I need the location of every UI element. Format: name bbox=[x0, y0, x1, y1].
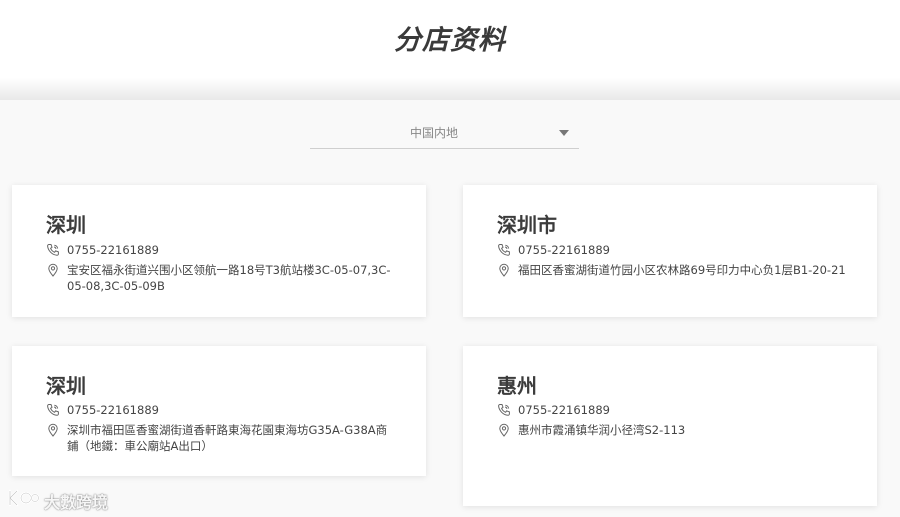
store-phone[interactable]: 0755-22161889 bbox=[518, 402, 849, 418]
page-title: 分店资料 bbox=[394, 25, 506, 56]
store-address: 福田区香蜜湖街道竹园小区农林路69号印力中心负1层B1-20-21 bbox=[518, 263, 846, 277]
region-dropdown[interactable]: 中国内地 bbox=[310, 118, 579, 149]
location-pin-icon bbox=[499, 423, 509, 437]
store-city: 惠州 bbox=[497, 374, 537, 398]
store-phone-row: 0755-22161889 bbox=[46, 402, 398, 418]
store-address-row: 深圳市福田區香蜜湖街道香軒路東海花園東海坊G35A-G38A商鋪（地鐵：車公廟站… bbox=[46, 422, 398, 454]
store-phone[interactable]: 0755-22161889 bbox=[67, 402, 398, 418]
phone-icon bbox=[47, 244, 59, 256]
location-pin-icon bbox=[499, 263, 509, 277]
store-card: 深圳 0755-22161889 宝安区福永街道兴围小区领航一路18号T3航站楼… bbox=[12, 185, 426, 317]
region-dropdown-value: 中国内地 bbox=[409, 126, 458, 140]
store-address: 深圳市福田區香蜜湖街道香軒路東海花園東海坊G35A-G38A商鋪（地鐵：車公廟站… bbox=[67, 423, 388, 453]
store-city: 深圳市 bbox=[497, 213, 557, 237]
store-address-row: 宝安区福永街道兴围小区领航一路18号T3航站楼3C-05-07,3C-05-08… bbox=[46, 262, 398, 294]
store-phone-row: 0755-22161889 bbox=[497, 242, 849, 258]
page-header: 分店资料 bbox=[0, 0, 900, 100]
store-phone[interactable]: 0755-22161889 bbox=[67, 242, 398, 258]
watermark-logo-icon bbox=[8, 489, 40, 507]
store-address: 宝安区福永街道兴围小区领航一路18号T3航站楼3C-05-07,3C-05-08… bbox=[67, 263, 391, 293]
store-address: 惠州市霞涌镇华润小径湾S2-113 bbox=[518, 423, 686, 437]
phone-icon bbox=[47, 404, 59, 416]
watermark: 大數跨境 bbox=[6, 487, 136, 512]
location-pin-icon bbox=[48, 423, 58, 437]
store-phone[interactable]: 0755-22161889 bbox=[518, 242, 849, 258]
store-city: 深圳 bbox=[46, 213, 86, 237]
store-list-section: 中国内地 深圳 0755-22161889 宝安区福永街道兴围小区领航一路18号… bbox=[0, 100, 900, 517]
store-city: 深圳 bbox=[46, 374, 86, 398]
phone-icon bbox=[498, 404, 510, 416]
store-card: 深圳 0755-22161889 深圳市福田區香蜜湖街道香軒路東海花園東海坊G3… bbox=[12, 346, 426, 476]
caret-down-icon bbox=[559, 130, 569, 136]
store-address-row: 福田区香蜜湖街道竹园小区农林路69号印力中心负1层B1-20-21 bbox=[497, 262, 849, 278]
watermark-text: 大數跨境 bbox=[44, 493, 109, 512]
phone-icon bbox=[498, 244, 510, 256]
store-card: 惠州 0755-22161889 惠州市霞涌镇华润小径湾S2-113 bbox=[463, 346, 877, 506]
store-address-row: 惠州市霞涌镇华润小径湾S2-113 bbox=[497, 422, 849, 438]
store-phone-row: 0755-22161889 bbox=[497, 402, 849, 418]
location-pin-icon bbox=[48, 263, 58, 277]
store-phone-row: 0755-22161889 bbox=[46, 242, 398, 258]
store-card: 深圳市 0755-22161889 福田区香蜜湖街道竹园小区农林路69号印力中心… bbox=[463, 185, 877, 317]
